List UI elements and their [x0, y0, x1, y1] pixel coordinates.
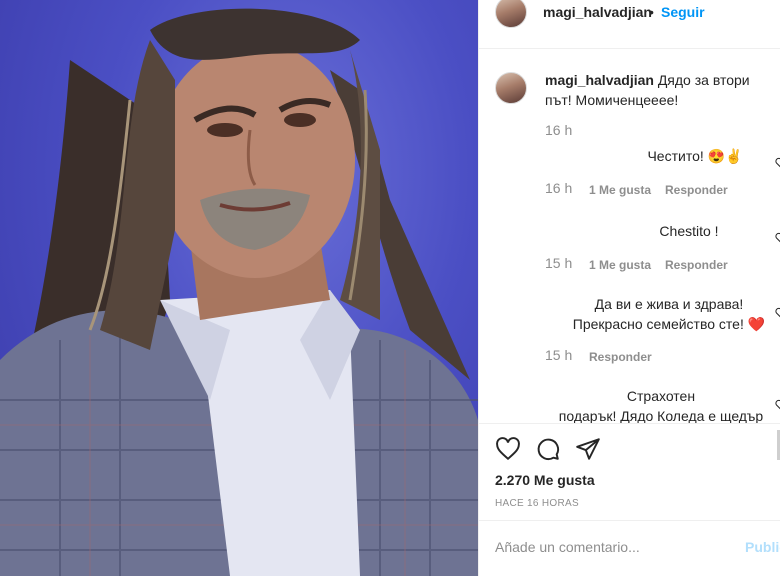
comment-line: Прекрасно семейство сте! ❤️: [572, 316, 766, 332]
comment-time[interactable]: 16 h: [545, 180, 572, 196]
portrait-illustration: [0, 8, 478, 576]
comment-icon[interactable]: [535, 436, 561, 462]
post-actions: 2.270 Me gusta HACE 16 HORAS: [479, 423, 780, 534]
comment-time[interactable]: 15 h: [545, 255, 572, 271]
comment-line: Страхотен: [626, 388, 696, 404]
comment-like-icon[interactable]: [775, 306, 780, 318]
comment-line: подарък! Дядо Коледа е щедър: [558, 408, 764, 423]
caption-avatar[interactable]: [495, 72, 527, 104]
post-timestamp[interactable]: HACE 16 HORAS: [495, 498, 579, 509]
comment-line: Да ви е жива и здрава!: [594, 296, 744, 312]
comment-text: Да ви е жива и здрава! Прекрасно семейст…: [559, 294, 779, 334]
comment-likes[interactable]: 1 Me gusta: [589, 258, 651, 272]
comment-like-icon[interactable]: [775, 398, 780, 410]
comment-input[interactable]: Añade un comentario...: [495, 539, 640, 555]
caption-username[interactable]: magi_halvadjian: [545, 72, 654, 88]
header-separator: •: [649, 4, 654, 20]
comment-text: Честито! 😍✌: [647, 148, 743, 164]
comment-time[interactable]: 15 h: [545, 347, 572, 363]
follow-button[interactable]: Seguir: [661, 4, 705, 20]
publish-button[interactable]: Publicar: [745, 539, 780, 555]
add-comment-bar: Añade un comentario... Publicar: [479, 520, 780, 577]
post-sidebar: magi_halvadjian • Seguir magi_halvadjian…: [478, 0, 780, 576]
likes-count[interactable]: 2.270 Me gusta: [495, 472, 595, 488]
caption: magi_halvadjian Дядо за втори път! Момич…: [545, 70, 777, 110]
share-icon[interactable]: [575, 436, 601, 462]
reply-button[interactable]: Responder: [589, 350, 652, 364]
comment-text: Страхотен подарък! Дядо Коледа е щедър: [545, 386, 777, 423]
post-photo[interactable]: [0, 0, 478, 576]
reply-button[interactable]: Responder: [665, 258, 728, 272]
avatar[interactable]: [495, 0, 527, 28]
reply-button[interactable]: Responder: [665, 183, 728, 197]
heart-icon[interactable]: [495, 436, 521, 462]
comment-like-icon[interactable]: [775, 156, 780, 168]
comment-text: Chestito !: [659, 223, 719, 239]
header-username[interactable]: magi_halvadjian: [543, 4, 652, 20]
comment-like-icon[interactable]: [775, 231, 780, 243]
post-header: magi_halvadjian • Seguir: [479, 0, 780, 49]
caption-time[interactable]: 16 h: [545, 122, 572, 138]
comments-list[interactable]: magi_halvadjian Дядо за втори път! Момич…: [479, 48, 780, 423]
comment-likes[interactable]: 1 Me gusta: [589, 183, 651, 197]
